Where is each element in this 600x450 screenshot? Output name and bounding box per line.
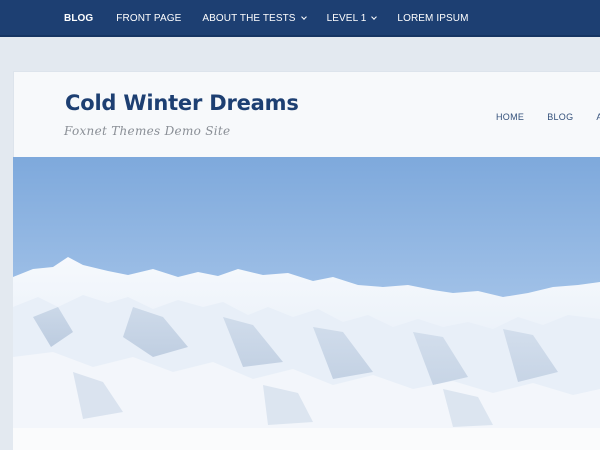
site-tagline: Foxnet Themes Demo Site <box>64 124 231 138</box>
top-menu-item-level-1[interactable]: LEVEL 1 <box>326 13 378 24</box>
top-menu-item-label: FRONT PAGE <box>116 13 182 24</box>
top-menu-item-about-the-tests[interactable]: ABOUT THE TESTS <box>202 13 307 24</box>
top-navigation-bar: BLOG FRONT PAGE ABOUT THE TESTS LEVEL 1 … <box>0 0 600 37</box>
mountain-landscape-image <box>13 157 600 428</box>
top-menu-item-blog[interactable]: BLOG <box>64 13 93 24</box>
main-menu-item-about[interactable]: AB <box>596 112 600 122</box>
top-menu-item-front-page[interactable]: FRONT PAGE <box>116 13 181 24</box>
top-menu-item-label: LOREM IPSUM <box>397 13 469 24</box>
top-menu: BLOG FRONT PAGE ABOUT THE TESTS LEVEL 1 … <box>0 0 600 37</box>
chevron-down-icon <box>300 14 307 20</box>
main-menu-item-blog[interactable]: BLOG <box>547 112 573 122</box>
chevron-down-icon <box>371 14 378 20</box>
header-image <box>13 157 600 428</box>
main-menu-item-home[interactable]: HOME <box>496 112 524 122</box>
top-menu-item-label: BLOG <box>64 13 94 24</box>
site-title[interactable]: Cold Winter Dreams <box>65 91 299 115</box>
top-menu-item-lorem-ipsum[interactable]: LOREM IPSUM <box>397 13 468 24</box>
top-menu-item-label: LEVEL 1 <box>326 13 367 24</box>
content-area <box>13 428 600 450</box>
main-navigation: HOME BLOG AB <box>496 112 600 122</box>
top-menu-item-label: ABOUT THE TESTS <box>202 13 296 24</box>
